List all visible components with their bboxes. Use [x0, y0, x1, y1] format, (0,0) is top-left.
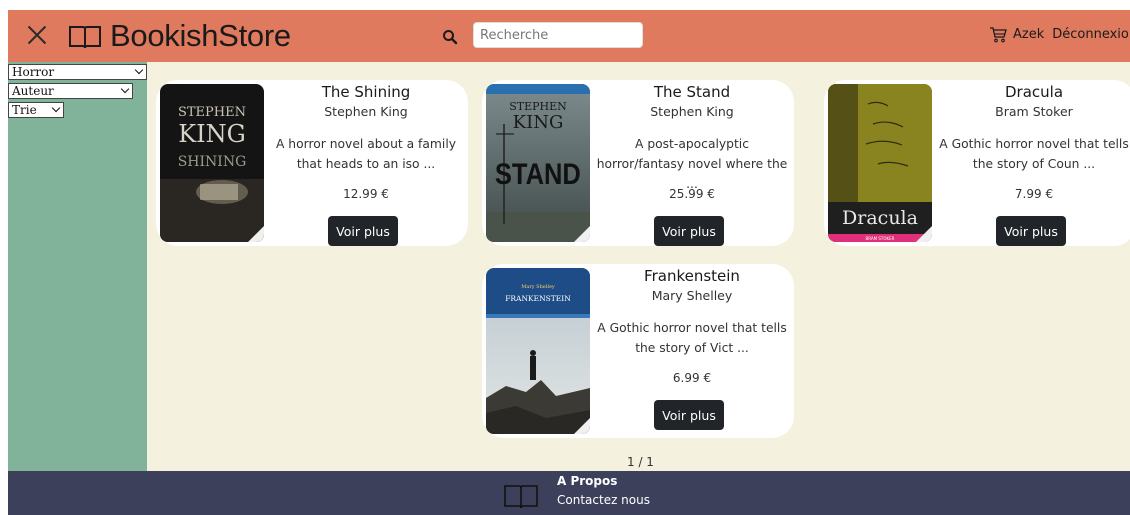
- book-grid: STEPHEN KING SHINING The Shining Stephen…: [147, 62, 1130, 471]
- book-title[interactable]: The Shining: [264, 83, 468, 101]
- see-more-button[interactable]: Voir plus: [328, 216, 398, 246]
- book-author: Mary Shelley: [651, 288, 733, 303]
- sort-select[interactable]: Trie: [8, 102, 64, 118]
- book-description: A horror novel about a family that heads…: [275, 137, 457, 171]
- category-select[interactable]: Horror: [8, 64, 147, 80]
- open-book-icon: [69, 26, 101, 49]
- search-icon[interactable]: [442, 29, 458, 45]
- svg-text:Mary Shelley: Mary Shelley: [521, 284, 555, 290]
- book-cover[interactable]: STEPHEN KING STAND: [486, 84, 590, 242]
- book-card: Dracula BRAM STOKER Dracula Bram Stoker …: [824, 80, 1130, 246]
- category-select-value: Horror: [12, 65, 55, 79]
- author-select[interactable]: Auteur: [8, 83, 133, 99]
- close-icon[interactable]: [24, 22, 50, 48]
- brand[interactable]: BookishStore: [68, 16, 291, 56]
- book-card: Mary Shelley FRANKENSTEIN Frankenstein M…: [482, 264, 794, 438]
- pagination: 1 / 1: [627, 455, 654, 469]
- svg-text:STEPHEN: STEPHEN: [178, 105, 246, 120]
- sort-select-value: Trie: [12, 103, 37, 117]
- cart-icon[interactable]: [989, 26, 1007, 43]
- chevron-down-icon: [134, 65, 144, 75]
- svg-text:KING: KING: [513, 112, 564, 133]
- logout-link[interactable]: Déconnexion: [1052, 27, 1130, 42]
- book-price: 12.99 €: [343, 187, 389, 201]
- user-name[interactable]: Azek: [1013, 27, 1044, 42]
- svg-text:FRANKENSTEIN: FRANKENSTEIN: [505, 294, 571, 303]
- book-price: 6.99 €: [672, 371, 712, 385]
- chevron-down-icon: [120, 84, 130, 94]
- header-bar: BookishStore Azek Déconnexion: [8, 10, 1130, 62]
- svg-text:SHINING: SHINING: [178, 154, 247, 170]
- book-description: A Gothic horror novel that tells the sto…: [939, 137, 1129, 171]
- footer: A Propos Contactez nous: [8, 471, 1130, 515]
- book-description: A Gothic horror novel that tells the sto…: [597, 321, 787, 355]
- svg-text:STAND: STAND: [495, 157, 581, 190]
- see-more-button[interactable]: Voir plus: [654, 400, 724, 430]
- svg-text:BRAM STOKER: BRAM STOKER: [866, 236, 895, 241]
- book-title[interactable]: Dracula: [932, 83, 1130, 101]
- book-title[interactable]: Frankenstein: [590, 267, 794, 285]
- see-more-button[interactable]: Voir plus: [996, 216, 1066, 246]
- book-price: 7.99 €: [1014, 187, 1054, 201]
- chevron-down-icon: [51, 103, 61, 113]
- cart-area: Azek Déconnexion: [989, 26, 1130, 43]
- brand-name: BookishStore: [110, 18, 291, 53]
- book-price: 25.99 €: [669, 187, 715, 201]
- book-cover[interactable]: STEPHEN KING SHINING: [160, 84, 264, 242]
- author-select-value: Auteur: [12, 84, 54, 98]
- book-author: Bram Stoker: [995, 104, 1073, 119]
- book-card: STEPHEN KING STAND The Stand Stephen Kin…: [482, 80, 794, 246]
- book-author: Stephen King: [324, 104, 408, 119]
- book-title[interactable]: The Stand: [590, 83, 794, 101]
- svg-text:KING: KING: [178, 120, 246, 148]
- book-description: A post-apocalyptic horror/fantasy novel …: [596, 137, 788, 191]
- app-frame: BookishStore Azek Déconnexion Horror Aut…: [8, 10, 1130, 515]
- open-book-icon: [504, 485, 538, 509]
- filter-sidebar: Horror Auteur Trie: [8, 62, 147, 471]
- search-input[interactable]: [473, 22, 643, 48]
- book-card: STEPHEN KING SHINING The Shining Stephen…: [156, 80, 468, 246]
- book-cover[interactable]: Dracula BRAM STOKER: [828, 84, 932, 242]
- about-heading[interactable]: A Propos: [557, 474, 617, 488]
- book-cover[interactable]: Mary Shelley FRANKENSTEIN: [486, 268, 590, 434]
- see-more-button[interactable]: Voir plus: [654, 216, 724, 246]
- contact-link[interactable]: Contactez nous: [557, 493, 650, 507]
- svg-text:Dracula: Dracula: [842, 207, 918, 229]
- book-author: Stephen King: [650, 104, 734, 119]
